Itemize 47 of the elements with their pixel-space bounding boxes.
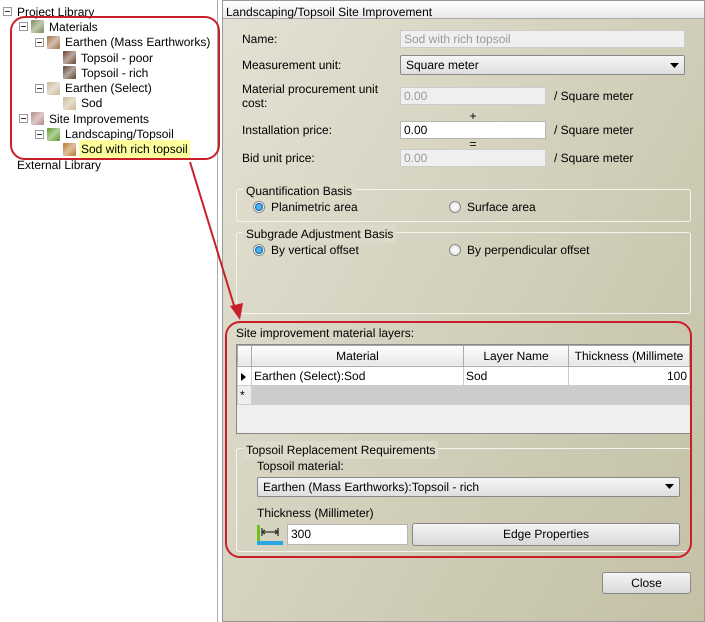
edge-properties-button[interactable]: Edge Properties — [412, 522, 680, 546]
field-label: Installation price: — [242, 122, 334, 137]
tree-item[interactable]: Earthen (Mass Earthworks) — [63, 33, 212, 52]
operator-sign: + — [468, 110, 478, 121]
material-dropdown[interactable]: Earthen (Mass Earthworks):Topsoil - rich — [257, 476, 680, 497]
collapse-icon[interactable] — [35, 130, 44, 139]
tree-item[interactable]: Site Improvements — [47, 110, 152, 128]
field-label: Name: — [242, 32, 278, 46]
tree-item[interactable]: Sod with rich topsoil — [79, 140, 190, 158]
collapse-icon[interactable] — [35, 84, 44, 93]
panel-title: Landscaping/Topsoil Site Improvement — [223, 1, 704, 19]
column-header: Material — [252, 345, 464, 366]
field-label: Material procurement unit cost: — [242, 82, 380, 111]
collapse-icon[interactable] — [35, 38, 44, 47]
table-cell: Earthen (Select):Sod — [252, 366, 464, 386]
table-cell: 100 — [568, 366, 690, 386]
collapse-icon[interactable] — [3, 7, 12, 16]
field-label: Bid unit price: — [242, 150, 316, 165]
radio-option[interactable]: Planimetric area — [253, 198, 449, 216]
new-row-marker: * — [238, 385, 252, 404]
input-field[interactable]: 0.00 — [400, 120, 546, 139]
thickness-icon — [257, 524, 283, 545]
caret-icon — [670, 62, 679, 68]
collapse-icon[interactable] — [19, 22, 28, 32]
tree-item[interactable]: External Library — [15, 156, 104, 174]
radio-option[interactable]: By vertical offset — [253, 240, 449, 259]
caret-icon — [665, 484, 674, 490]
field-label: Thickness (Millimeter) — [257, 504, 375, 522]
unit-dropdown[interactable]: Square meter — [400, 55, 685, 75]
column-header: Layer Name — [464, 345, 568, 366]
operator-sign: = — [468, 138, 478, 149]
column-header: Thickness (Millimete — [568, 345, 690, 366]
radio-option[interactable]: By perpendicular offset — [449, 240, 645, 259]
grid-label: Site improvement material layers: — [236, 324, 416, 342]
collapse-icon[interactable] — [19, 114, 28, 124]
group-title: Topsoil Replacement Requirements — [243, 440, 438, 459]
field-label: Measurement unit: — [242, 58, 342, 72]
group-title: Quantification Basis — [243, 182, 356, 200]
input-field[interactable]: 300 — [287, 524, 408, 545]
field-label: Topsoil material: — [257, 458, 345, 475]
close-button[interactable]: Close — [602, 572, 691, 594]
unit-label: / Square meter — [554, 89, 634, 104]
table-cell: Sod — [464, 366, 568, 386]
unit-label: / Square meter — [554, 150, 634, 165]
group-title: Subgrade Adjustment Basis — [243, 224, 396, 243]
unit-label: / Square meter — [554, 122, 634, 137]
radio-option[interactable]: Surface area — [449, 198, 645, 216]
